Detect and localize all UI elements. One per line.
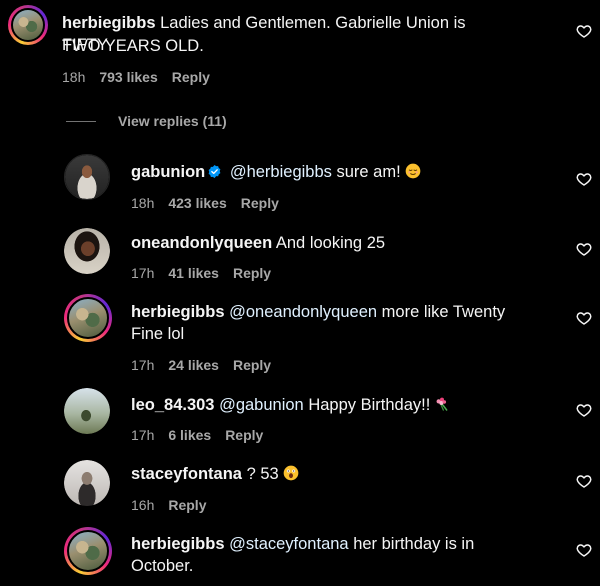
reply-body: sure am! [336,163,401,181]
view-replies-label: View replies (11) [118,113,227,129]
mention-link[interactable]: @gabunion [219,396,304,414]
username[interactable]: herbiegibbs [131,535,225,553]
timestamp[interactable]: 18h [131,194,154,212]
reply-body: ? 53 [246,465,279,483]
comment-meta: 18h 793 likes Reply [62,68,210,86]
reply-text: oneandonlyqueen And looking 25 [131,232,561,254]
bouquet-emoji-icon [436,397,448,411]
reply-text: leo_84.303 @gabunion Happy Birthday!! [131,394,561,416]
astonished-face-emoji-icon [283,465,299,481]
relieved-face-emoji-icon [405,163,421,179]
comment-text-line2: TWO YEARS OLD. [62,37,204,55]
likes-count[interactable]: 24 likes [168,356,219,374]
reply-body: Happy Birthday!! [308,396,431,414]
reply-button[interactable]: Reply [168,496,206,514]
reply-button[interactable]: Reply [172,68,210,86]
avatar[interactable] [8,5,48,45]
reply-text: herbiegibbs @oneandonlyqueen more like T… [131,301,561,323]
mention-link[interactable]: @herbiegibbs [230,163,332,181]
heart-outline-icon[interactable] [576,542,592,558]
avatar[interactable] [64,388,110,434]
reply-text: gabunion @herbiegibbs sure am! [131,161,561,183]
timestamp[interactable]: 17h [131,264,154,282]
heart-outline-icon[interactable] [576,171,592,187]
reply-meta: 18h 423 likes Reply [131,194,279,212]
likes-count[interactable]: 423 likes [168,194,226,212]
reply-button[interactable]: Reply [233,264,271,282]
reply-meta: 17h 6 likes Reply [131,426,263,444]
timestamp[interactable]: 18h [62,68,85,86]
reply-button[interactable]: Reply [225,426,263,444]
reply-text-line2: Fine lol [131,325,185,343]
likes-count[interactable]: 41 likes [168,264,219,282]
reply-text: staceyfontana ? 53 [131,463,561,485]
username[interactable]: herbiegibbs [131,303,225,321]
username[interactable]: herbiegibbs [62,14,156,32]
likes-count[interactable]: 6 likes [168,426,211,444]
reply-meta: 16h Reply [131,496,206,514]
verified-badge-icon [208,164,221,179]
reply-text-line2: October. [131,557,194,575]
mention-link[interactable]: @staceyfontana [229,535,349,553]
reply-body: And looking 25 [275,234,386,252]
reply-meta: 17h 24 likes Reply [131,356,271,374]
reply-text: herbiegibbs @staceyfontana her birthday … [131,533,561,555]
divider [66,120,96,122]
reply-body: her birthday is in [353,535,475,553]
username[interactable]: gabunion [131,163,205,181]
reply-body: more like Twenty [381,303,506,321]
username[interactable]: leo_84.303 [131,396,214,414]
heart-outline-icon[interactable] [576,241,592,257]
avatar[interactable] [64,460,110,506]
reply-meta: 17h 41 likes Reply [131,264,271,282]
username[interactable]: oneandonlyqueen [131,234,272,252]
heart-outline-icon[interactable] [576,23,592,39]
timestamp[interactable]: 17h [131,426,154,444]
heart-outline-icon[interactable] [576,473,592,489]
reply-button[interactable]: Reply [241,194,279,212]
likes-count[interactable]: 793 likes [99,68,157,86]
heart-outline-icon[interactable] [576,402,592,418]
timestamp[interactable]: 16h [131,496,154,514]
avatar[interactable] [64,294,112,342]
username[interactable]: staceyfontana [131,465,242,483]
view-replies-button[interactable]: View replies (11) [66,112,227,130]
mention-link[interactable]: @oneandonlyqueen [229,303,377,321]
timestamp[interactable]: 17h [131,356,154,374]
avatar[interactable] [64,228,110,274]
heart-outline-icon[interactable] [576,310,592,326]
avatar[interactable] [64,154,110,200]
avatar[interactable] [64,527,112,575]
reply-button[interactable]: Reply [233,356,271,374]
